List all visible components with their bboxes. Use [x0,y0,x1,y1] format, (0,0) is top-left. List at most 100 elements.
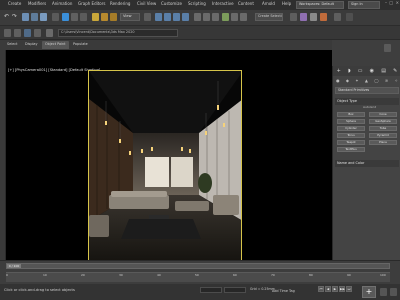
align-icon[interactable] [212,13,219,21]
select-object-icon[interactable] [62,13,69,21]
teapot-render-icon[interactable] [334,13,341,21]
object-category-dropdown[interactable]: Standard Primitives [335,87,399,94]
rotate-icon[interactable] [101,13,108,21]
go-to-end-icon[interactable]: ⏭ [346,286,352,292]
orbit-icon[interactable] [390,288,397,296]
snaps-toggle-icon[interactable] [155,13,162,21]
time-slider[interactable]: 0 / 100 [6,263,390,269]
menu-scripting[interactable]: Scripting [188,2,206,6]
tab-select[interactable]: Select [4,41,20,49]
redo-icon[interactable]: ↷ [11,13,18,21]
pyramid-button[interactable]: Pyramid [369,133,397,138]
cameras-icon[interactable]: ▲ [365,79,368,83]
cone-button[interactable]: Cone [369,112,397,117]
pivot-icon[interactable] [144,13,151,21]
plane-button[interactable]: Plane [369,140,397,145]
menu-help[interactable]: Help [282,2,291,6]
angle-snap-icon[interactable] [164,13,171,21]
cylinder-button[interactable]: Cylinder [337,126,365,131]
play-icon[interactable]: ▶ [332,286,338,292]
link-icon[interactable] [22,13,29,21]
menu-customize[interactable]: Customize [161,2,182,6]
select-by-name-icon[interactable] [71,13,78,21]
shapes-icon[interactable]: ◆ [346,79,349,83]
move-icon[interactable] [92,13,99,21]
y-coordinate-field[interactable] [224,287,246,293]
tab-populate[interactable]: Populate [70,41,91,49]
menu-arnold[interactable]: Arnold [262,2,275,6]
region-select-icon[interactable] [80,13,87,21]
geosphere-button[interactable]: GeoSphere [369,119,397,124]
add-time-tag[interactable]: Add Time Tag [272,289,295,293]
next-frame-icon[interactable]: ▶▶ [339,286,345,292]
helpers-icon[interactable]: ◯ [374,79,378,83]
textplus-button[interactable]: TextPlus [337,147,365,152]
spinner-snap-icon[interactable] [182,13,189,21]
menu-interactive[interactable]: Interactive [212,2,234,6]
curve-editor-icon[interactable] [231,13,238,21]
display-tab-icon[interactable]: ▤ [381,68,386,74]
teapot-button[interactable]: Teapot [337,140,365,145]
utilities-tab-icon[interactable]: ✎ [393,68,397,74]
layer-explorer-icon[interactable] [222,13,229,21]
minimize-icon[interactable]: – [385,1,387,9]
ribbon-tool-4-icon[interactable] [34,29,41,37]
mirror-icon[interactable] [203,13,210,21]
zoom-extents-icon[interactable] [380,288,387,296]
box-button[interactable]: Box [337,112,365,117]
bind-space-warp-icon[interactable] [40,13,47,21]
selection-filter-icon[interactable] [52,13,59,21]
ribbon-tool-3-icon[interactable] [24,29,31,37]
menu-graph-editors[interactable]: Graph Editors [78,2,105,6]
geometry-icon[interactable]: ● [336,79,340,83]
hierarchy-tab-icon[interactable]: ▭ [358,68,363,74]
material-editor-icon[interactable] [290,13,297,21]
viewport-label[interactable]: [+] [PhysCamera001] [Standard] [Default … [8,68,100,73]
menu-content[interactable]: Content [238,2,254,6]
menu-create[interactable]: Create [8,2,21,6]
unlink-icon[interactable] [31,13,38,21]
motion-tab-icon[interactable]: ◉ [370,68,374,74]
project-path-field[interactable]: C:\Users\Vincent\Documents\3ds Max 2020 [58,29,178,37]
project-folder-icon[interactable] [46,29,53,37]
sphere-button[interactable]: Sphere [337,119,365,124]
undo-icon[interactable]: ↶ [3,13,10,21]
menu-modifiers[interactable]: Modifiers [28,2,46,6]
rendered-frame-icon[interactable] [310,13,317,21]
torus-button[interactable]: Torus [337,133,365,138]
selection-set-field[interactable]: Create Selection Se [255,13,283,21]
systems-icon[interactable]: ✧ [394,79,397,83]
menu-animation[interactable]: Animation [52,2,72,6]
menu-civil-view[interactable]: Civil View [137,2,156,6]
modify-tab-icon[interactable]: ◗ [348,68,351,74]
object-type-rollout[interactable]: Object Type [335,98,399,105]
tube-button[interactable]: Tube [369,126,397,131]
ribbon-tool-2-icon[interactable] [14,29,21,37]
schematic-view-icon[interactable] [240,13,247,21]
render-setup-icon[interactable] [300,13,307,21]
percent-snap-icon[interactable] [173,13,180,21]
close-icon[interactable]: × [396,1,399,9]
reference-coordinate-dropdown[interactable]: View [120,13,140,21]
create-tab-icon[interactable]: + [337,68,341,74]
sign-in-button[interactable]: Sign In [348,1,380,9]
scale-icon[interactable] [110,13,117,21]
go-to-start-icon[interactable]: ⏮ [318,286,324,292]
name-color-rollout[interactable]: Name and Color [335,160,399,167]
document-icon[interactable] [384,44,391,52]
x-coordinate-field[interactable] [200,287,222,293]
spacewarps-icon[interactable]: ≋ [385,79,388,83]
autogrid-checkbox[interactable]: AutoGrid [363,106,376,109]
render-icon[interactable] [320,13,327,21]
tab-display[interactable]: Display [22,41,41,49]
previous-frame-icon[interactable]: ◀ [325,286,331,292]
menu-rendering[interactable]: Rendering [110,2,130,6]
time-slider-thumb[interactable]: 0 / 100 [7,264,21,268]
track-bar[interactable]: 0 10 20 30 40 50 60 70 80 90 100 [6,272,390,282]
camera-viewport[interactable] [88,70,242,262]
workspace-select[interactable]: Workspaces: Default [296,1,344,9]
maximize-icon[interactable]: □ [389,1,393,9]
tab-object-paint[interactable]: Object Paint [42,41,69,49]
toolbar-overflow-icon[interactable] [346,13,353,21]
named-selection-icon[interactable] [194,13,201,21]
